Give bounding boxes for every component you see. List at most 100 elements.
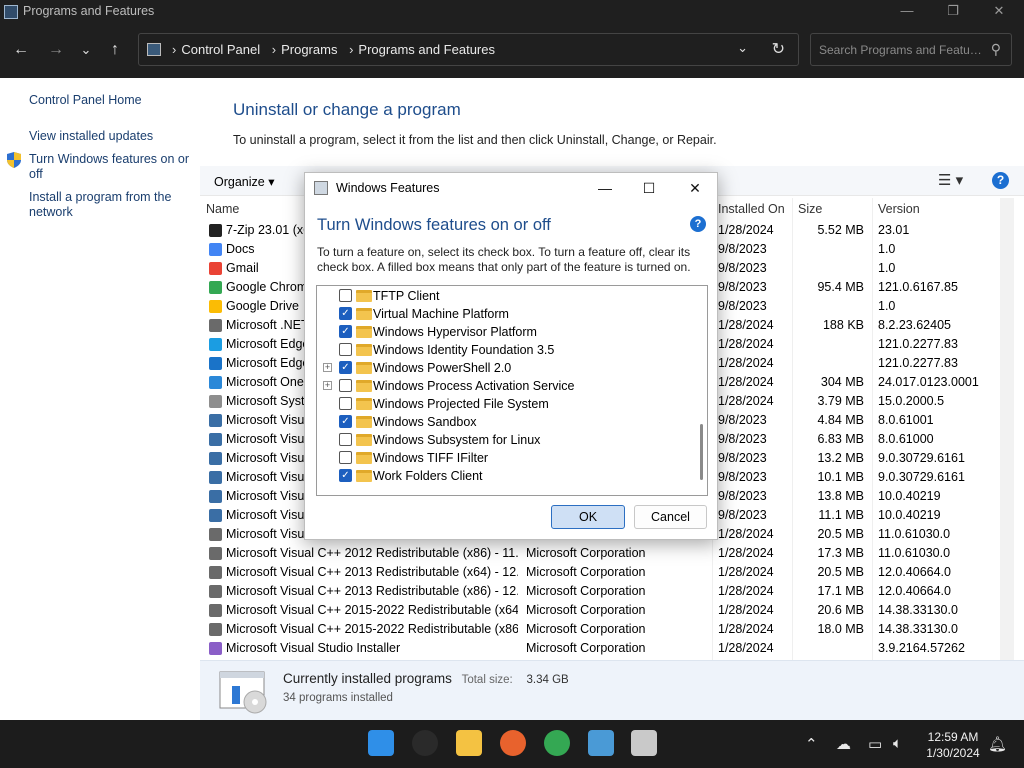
up-button[interactable]: ↑ [102, 38, 128, 62]
chrome-icon[interactable] [544, 730, 570, 756]
volume-icon[interactable]: 🔈︎ [893, 735, 902, 752]
cancel-button[interactable]: Cancel [634, 505, 707, 529]
show-hidden-icons[interactable]: ⌃ [805, 735, 818, 753]
view-installed-updates-link[interactable]: View installed updates [29, 129, 194, 144]
dialog-minimize-button[interactable]: — [585, 177, 625, 199]
list-scrollbar[interactable] [1000, 198, 1014, 718]
recent-locations-button[interactable]: ⌄ [73, 38, 99, 62]
breadcrumb-programs[interactable]: Programs [281, 42, 337, 57]
search-icon[interactable] [412, 730, 438, 756]
program-icon [209, 509, 222, 522]
feature-item[interactable]: + ✓ Windows PowerShell 2.0 [317, 359, 697, 377]
breadcrumb-programs-and-features[interactable]: Programs and Features [358, 42, 495, 57]
folder-icon [356, 308, 372, 320]
breadcrumb: › Control Panel › Programs › Programs and F… [169, 42, 500, 57]
feature-item[interactable]: Windows Identity Foundation 3.5 [317, 341, 697, 359]
feature-checkbox[interactable]: ✓ [339, 415, 352, 428]
control-panel-home-link[interactable]: Control Panel Home [29, 93, 194, 108]
table-row[interactable]: Microsoft Visual C++ 2013 Redistributabl… [200, 563, 1000, 582]
column-version[interactable]: Version [878, 202, 920, 216]
column-installed-on[interactable]: Installed On [718, 202, 785, 216]
search-input[interactable]: Search Programs and Featu… ⚲ [810, 33, 1012, 66]
program-version: 15.0.2000.5 [878, 394, 945, 408]
feature-item[interactable]: ✓ Windows Hypervisor Platform [317, 323, 697, 341]
feature-item[interactable]: ✓ Work Folders Client [317, 467, 697, 485]
program-installed-on: 1/28/2024 [718, 603, 774, 617]
network-icon[interactable]: ☁ [836, 735, 851, 753]
program-icon [209, 395, 222, 408]
column-size[interactable]: Size [798, 202, 822, 216]
program-size: 11.1 MB [818, 508, 864, 522]
file-explorer-icon[interactable] [456, 730, 482, 756]
control-panel-icon [147, 43, 161, 56]
start-icon[interactable] [368, 730, 394, 756]
dialog-close-button[interactable]: ✕ [675, 177, 715, 199]
search-icon[interactable]: ⚲ [991, 41, 1001, 58]
expand-icon[interactable]: + [323, 363, 332, 372]
forward-button[interactable]: → [43, 38, 69, 62]
feature-item[interactable]: ✓ Virtual Machine Platform [317, 305, 697, 323]
feature-item[interactable]: TFTP Client [317, 287, 697, 305]
maximize-button[interactable]: ❐ [930, 0, 976, 24]
table-row[interactable]: Microsoft Visual C++ 2015-2022 Redistrib… [200, 620, 1000, 639]
dialog-title-bar[interactable]: Windows Features — ☐ ✕ [305, 173, 717, 203]
organize-button[interactable]: Organize ▾ [214, 174, 274, 189]
feature-checkbox[interactable] [339, 451, 352, 464]
turn-windows-features-link[interactable]: Turn Windows features on or off [29, 152, 194, 182]
view-options-icon[interactable]: ☰ ▾ [938, 171, 963, 189]
feature-checkbox[interactable]: ✓ [339, 325, 352, 338]
ok-button[interactable]: OK [551, 505, 625, 529]
feature-scrollbar[interactable] [697, 286, 707, 495]
expand-icon[interactable]: + [323, 381, 332, 390]
column-name[interactable]: Name [206, 202, 239, 216]
feature-checkbox[interactable] [339, 343, 352, 356]
feature-item[interactable]: ✓ Windows Sandbox [317, 413, 697, 431]
close-button[interactable]: ✕ [976, 0, 1022, 24]
chevron-down-icon[interactable]: ⌄ [737, 40, 748, 56]
program-icon [209, 319, 222, 332]
firefox-icon[interactable] [500, 730, 526, 756]
feature-item[interactable]: Windows Projected File System [317, 395, 697, 413]
left-task-pane: Control Panel Home View installed update… [0, 78, 200, 720]
feature-checkbox[interactable]: ✓ [339, 469, 352, 482]
feature-checkbox[interactable] [339, 433, 352, 446]
minimize-button[interactable]: — [884, 0, 930, 24]
help-icon[interactable]: ? [690, 216, 706, 232]
monitor-icon[interactable]: ▭ [868, 735, 882, 753]
feature-item[interactable]: Windows Subsystem for Linux [317, 431, 697, 449]
chevron-right-icon: › [172, 42, 177, 57]
chevron-right-icon: › [271, 42, 277, 57]
feature-item[interactable]: Windows TIFF IFilter [317, 449, 697, 467]
feature-checkbox[interactable] [339, 289, 352, 302]
refresh-icon[interactable]: ↻ [772, 39, 785, 59]
breadcrumb-control-panel[interactable]: Control Panel [181, 42, 260, 57]
table-row[interactable]: Microsoft Visual Studio Installer Microso… [200, 639, 1000, 658]
program-size: 95.4 MB [817, 280, 864, 294]
program-version: 14.38.33130.0 [878, 622, 958, 636]
feature-checkbox[interactable]: ✓ [339, 307, 352, 320]
address-bar[interactable]: › Control Panel › Programs › Programs and F… [138, 33, 799, 66]
installer-icon[interactable] [631, 730, 657, 756]
feature-checkbox[interactable] [339, 397, 352, 410]
scrollbar-thumb[interactable] [700, 424, 703, 480]
table-row[interactable]: Microsoft Visual C++ 2012 Redistributabl… [200, 544, 1000, 563]
program-installed-on: 9/8/2023 [718, 242, 767, 256]
install-from-network-link[interactable]: Install a program from the network [29, 190, 194, 220]
feature-checkbox[interactable]: ✓ [339, 361, 352, 374]
program-version: 8.0.61001 [878, 413, 934, 427]
dialog-maximize-button[interactable]: ☐ [629, 177, 669, 199]
table-row[interactable]: Microsoft Visual C++ 2013 Redistributabl… [200, 582, 1000, 601]
back-button[interactable]: ← [8, 38, 34, 62]
program-size: 13.8 MB [817, 489, 864, 503]
program-size: 10.1 MB [817, 470, 864, 484]
feature-item[interactable]: + Windows Process Activation Service [317, 377, 697, 395]
program-version: 121.0.2277.83 [878, 356, 958, 370]
clock[interactable]: 12:59 AM 1/30/2024 [918, 729, 988, 761]
table-row[interactable]: Microsoft Visual C++ 2015-2022 Redistrib… [200, 601, 1000, 620]
control-panel-icon[interactable] [588, 730, 614, 756]
program-icon [209, 281, 222, 294]
notification-bell-icon[interactable]: 🔔︎ [988, 735, 1007, 753]
program-version: 8.0.61000 [878, 432, 934, 446]
feature-checkbox[interactable] [339, 379, 352, 392]
help-icon[interactable]: ? [992, 172, 1009, 189]
